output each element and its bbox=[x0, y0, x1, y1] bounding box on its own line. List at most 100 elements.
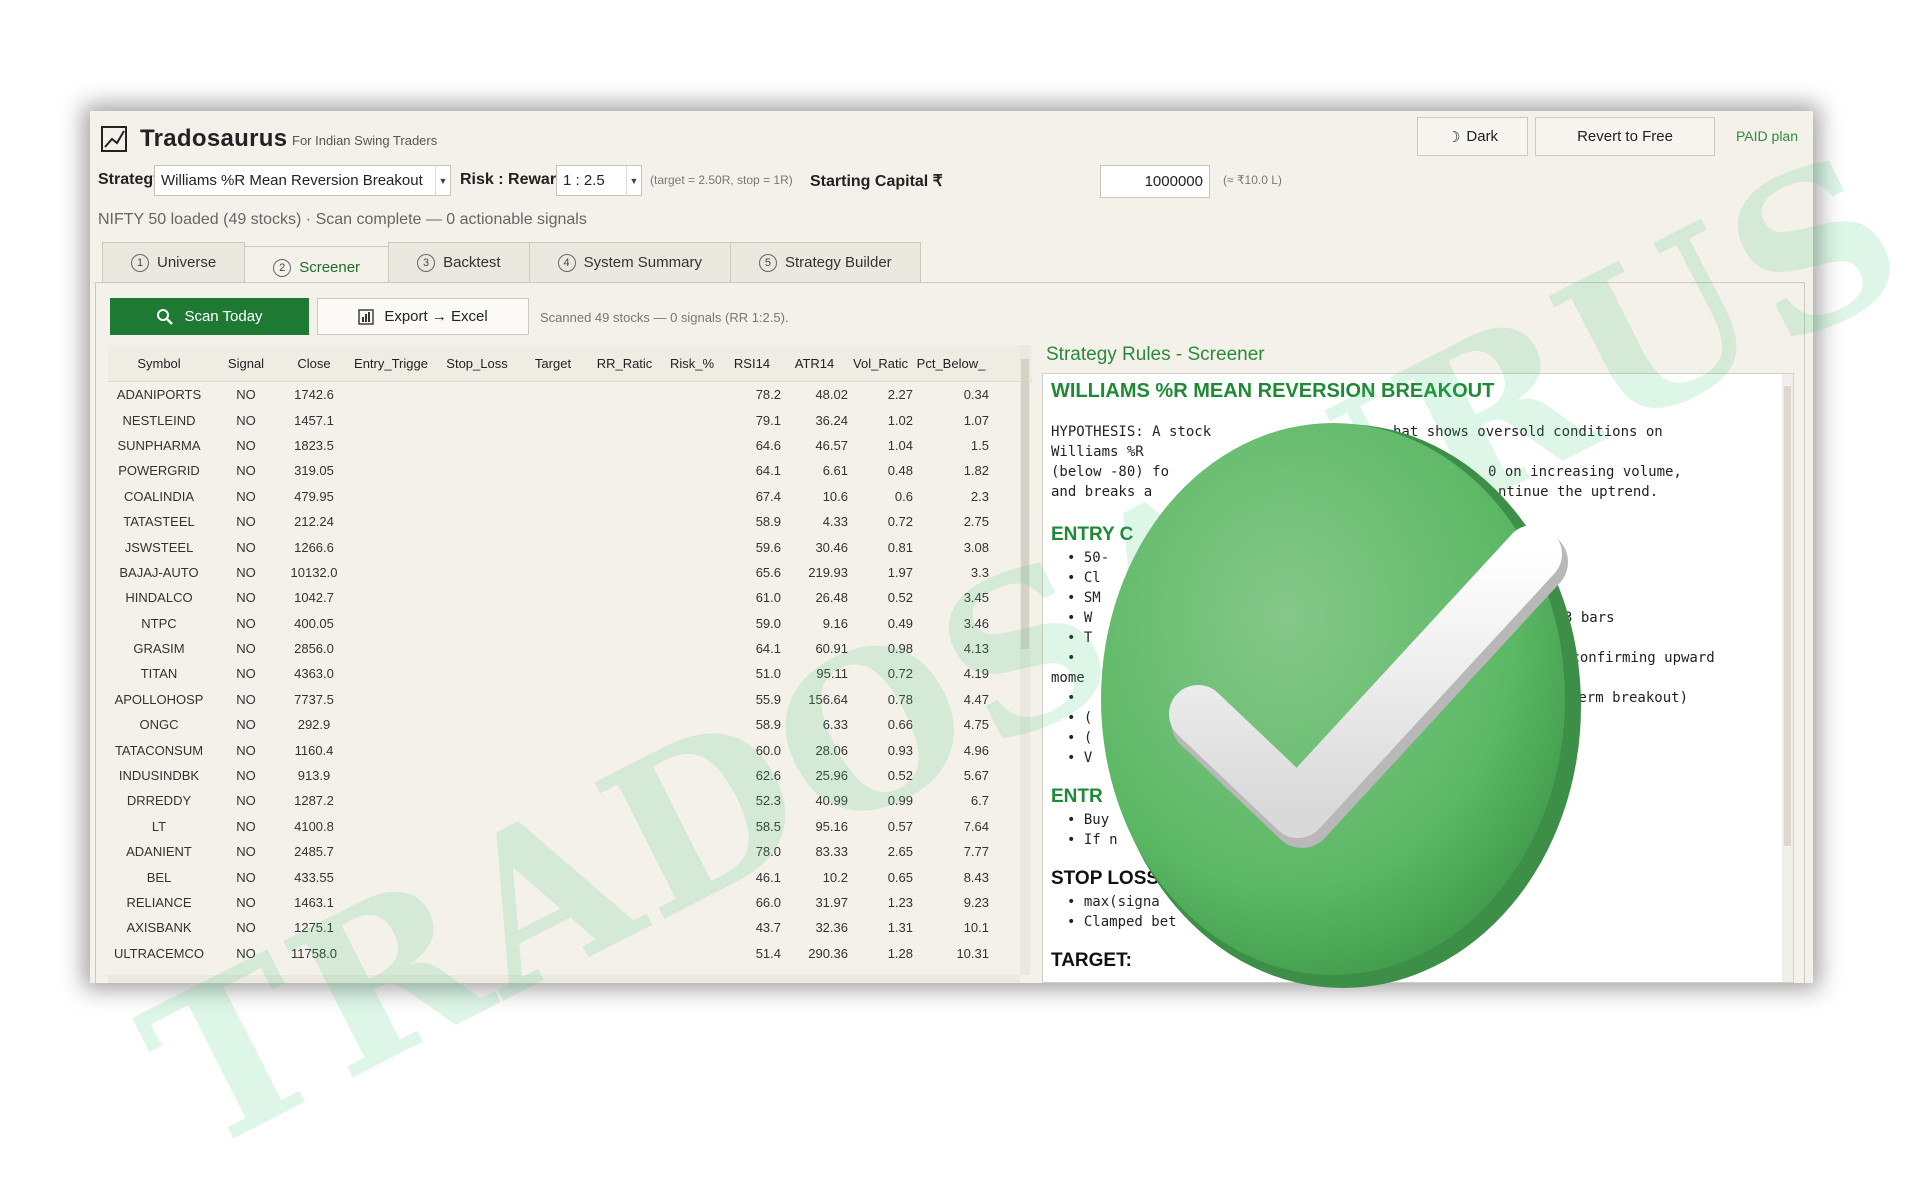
table-cell: 78.2 bbox=[755, 387, 781, 403]
table-row[interactable]: SUNPHARMA NO 1823.5 64.6 46.57 1.04 1.5 bbox=[108, 433, 1032, 458]
chevron-down-icon[interactable]: ▼ bbox=[435, 166, 450, 195]
tab-backtest[interactable]: 3 Backtest bbox=[388, 242, 530, 282]
table-cell: 62.6 bbox=[755, 768, 781, 784]
table-row[interactable]: ONGC NO 292.9 58.9 6.33 0.66 4.75 bbox=[108, 712, 1032, 737]
table-row[interactable]: LT NO 4100.8 58.5 95.16 0.57 7.64 bbox=[108, 814, 1032, 839]
table-row[interactable]: AXISBANK NO 1275.1 43.7 32.36 1.31 10.1 bbox=[108, 915, 1032, 940]
table-cell: 4.47 bbox=[963, 691, 989, 707]
table-cell: 0.93 bbox=[887, 742, 913, 758]
chevron-down-icon[interactable]: ▼ bbox=[626, 166, 641, 195]
table-cell: 1823.5 bbox=[294, 437, 334, 453]
tab-number: 1 bbox=[131, 253, 149, 272]
table-cell: 30.46 bbox=[815, 539, 848, 555]
table-cell: 156.64 bbox=[808, 691, 848, 707]
table-row[interactable]: BAJAJ-AUTO NO 10132.0 65.6 219.93 1.97 3.3 bbox=[108, 560, 1032, 585]
table-row[interactable]: APOLLOHOSP NO 7737.5 55.9 156.64 0.78 4.47 bbox=[108, 687, 1032, 712]
table-header: Symbol Signal Close Entry_Trigge Stop_Loss Ta… bbox=[108, 345, 1032, 382]
table-row[interactable]: JSWSTEEL NO 1266.6 59.6 30.46 0.81 3.08 bbox=[108, 534, 1032, 559]
rules-line: • Cl bbox=[1067, 570, 1101, 586]
table-row[interactable]: ULTRACEMCO NO 11758.0 51.4 290.36 1.28 10.31 bbox=[108, 941, 1032, 966]
table-cell: 6.7 bbox=[970, 793, 989, 809]
table-row[interactable]: HINDALCO NO 1042.7 61.0 26.48 0.52 3.45 bbox=[108, 585, 1032, 610]
table-row[interactable]: NESTLEIND NO 1457.1 79.1 36.24 1.02 1.07 bbox=[108, 407, 1032, 432]
column-header[interactable]: Signal bbox=[210, 356, 282, 371]
table-row[interactable]: RELIANCE NO 1463.1 66.0 31.97 1.23 9.23 bbox=[108, 890, 1032, 915]
column-header[interactable]: Vol_Ratic bbox=[848, 356, 913, 371]
table-row[interactable]: BEL NO 433.55 46.1 10.2 0.65 8.43 bbox=[108, 864, 1032, 889]
table-cell: 10.2 bbox=[822, 869, 848, 885]
column-header[interactable]: ATR14 bbox=[781, 356, 848, 371]
table-cell: 1.07 bbox=[963, 412, 989, 428]
table-cell: NO bbox=[236, 717, 256, 733]
table-row[interactable]: INDUSINDBK NO 913.9 62.6 25.96 0.52 5.67 bbox=[108, 763, 1032, 788]
table-cell: 95.16 bbox=[815, 818, 848, 834]
table-cell: NESTLEIND bbox=[122, 412, 196, 428]
column-header[interactable]: Pct_Below_ bbox=[913, 356, 989, 371]
table-cell: NO bbox=[236, 488, 256, 504]
table-cell: 1457.1 bbox=[294, 412, 334, 428]
scan-today-button[interactable]: Scan Today bbox=[110, 298, 309, 335]
column-header[interactable]: RR_Ratic bbox=[588, 356, 661, 371]
table-cell: 212.24 bbox=[294, 514, 334, 530]
screener-panel: Scan Today Export → Excel Scanned 49 sto… bbox=[95, 282, 1805, 983]
table-cell: 1.82 bbox=[963, 463, 989, 479]
column-header[interactable]: Target bbox=[518, 356, 588, 371]
rules-line: • V bbox=[1067, 750, 1093, 766]
tab-label: System Summary bbox=[583, 254, 702, 271]
table-cell: 25.96 bbox=[815, 768, 848, 784]
table-row[interactable]: TATACONSUM NO 1160.4 60.0 28.06 0.93 4.96 bbox=[108, 737, 1032, 762]
export-excel-button[interactable]: Export → Excel bbox=[317, 298, 529, 335]
tab-strategy-builder[interactable]: 5 Strategy Builder bbox=[729, 242, 921, 282]
column-header[interactable]: Entry_Trigge bbox=[346, 356, 436, 371]
column-header[interactable]: Symbol bbox=[108, 356, 210, 371]
rules-line: • max(signa bbox=[1067, 894, 1160, 910]
status-bar: NIFTY 50 loaded (49 stocks) · Scan compl… bbox=[98, 211, 587, 228]
table-cell: 0.78 bbox=[887, 691, 913, 707]
capital-label: Starting Capital ₹ bbox=[810, 173, 943, 190]
table-cell: 0.52 bbox=[887, 590, 913, 606]
column-header[interactable]: Risk_% bbox=[661, 356, 723, 371]
rules-stop-loss-heading: STOP LOSS bbox=[1051, 868, 1160, 889]
rules-scrollbar[interactable] bbox=[1782, 374, 1793, 982]
table-row[interactable]: POWERGRID NO 319.05 64.1 6.61 0.48 1.82 bbox=[108, 458, 1032, 483]
column-header[interactable]: Close bbox=[282, 356, 346, 371]
table-row[interactable]: COALINDIA NO 479.95 67.4 10.6 0.6 2.3 bbox=[108, 484, 1032, 509]
tab-system-summary[interactable]: 4 System Summary bbox=[528, 242, 731, 282]
rules-line: (below -80) fo bbox=[1051, 464, 1170, 480]
tab-number: 3 bbox=[417, 253, 436, 272]
table-cell: NO bbox=[236, 590, 256, 606]
table-cell: 4.33 bbox=[822, 514, 848, 530]
app-window: Tradosaurus For Indian Swing Traders ☽ D… bbox=[90, 111, 1813, 983]
risk-reward-select[interactable]: 1 : 2.5 ▼ bbox=[556, 165, 642, 196]
table-cell: ONGC bbox=[139, 717, 179, 733]
dark-mode-button[interactable]: ☽ Dark bbox=[1417, 117, 1528, 156]
table-cell: 0.34 bbox=[963, 387, 989, 403]
table-row[interactable]: TATASTEEL NO 212.24 58.9 4.33 0.72 2.75 bbox=[108, 509, 1032, 534]
strategy-select[interactable]: Williams %R Mean Reversion Breakout ▼ bbox=[154, 165, 451, 196]
table-vertical-scrollbar[interactable] bbox=[1020, 345, 1030, 975]
strategy-rules-text: WILLIAMS %R MEAN REVERSION BREAKOUT HYPO… bbox=[1042, 373, 1794, 983]
table-cell: 219.93 bbox=[808, 564, 848, 580]
column-header[interactable]: Stop_Loss bbox=[436, 356, 518, 371]
search-icon bbox=[157, 308, 174, 325]
table-cell: 64.1 bbox=[755, 463, 781, 479]
table-cell: 479.95 bbox=[294, 488, 334, 504]
table-cell: GRASIM bbox=[133, 641, 185, 657]
rules-line: 0 on increasing volume, bbox=[1488, 464, 1682, 480]
table-cell: 290.36 bbox=[808, 945, 848, 961]
scan-today-label: Scan Today bbox=[184, 308, 263, 325]
table-row[interactable]: DRREDDY NO 1287.2 52.3 40.99 0.99 6.7 bbox=[108, 788, 1032, 813]
tab-universe[interactable]: 1 Universe bbox=[102, 242, 246, 282]
table-cell: 3.46 bbox=[963, 615, 989, 631]
table-cell: NO bbox=[236, 945, 256, 961]
table-row[interactable]: ADANIPORTS NO 1742.6 78.2 48.02 2.27 0.34 bbox=[108, 382, 1032, 407]
table-row[interactable]: TITAN NO 4363.0 51.0 95.11 0.72 4.19 bbox=[108, 661, 1032, 686]
table-horizontal-scrollbar[interactable] bbox=[108, 975, 1020, 983]
column-header[interactable]: RSI14 bbox=[723, 356, 781, 371]
table-row[interactable]: GRASIM NO 2856.0 64.1 60.91 0.98 4.13 bbox=[108, 636, 1032, 661]
table-row[interactable]: NTPC NO 400.05 59.0 9.16 0.49 3.46 bbox=[108, 611, 1032, 636]
revert-to-free-button[interactable]: Revert to Free bbox=[1535, 117, 1715, 156]
starting-capital-input[interactable]: 1000000 bbox=[1100, 165, 1210, 198]
table-row[interactable]: ADANIENT NO 2485.7 78.0 83.33 2.65 7.77 bbox=[108, 839, 1032, 864]
risk-reward-label: Risk : Reward bbox=[460, 171, 566, 188]
